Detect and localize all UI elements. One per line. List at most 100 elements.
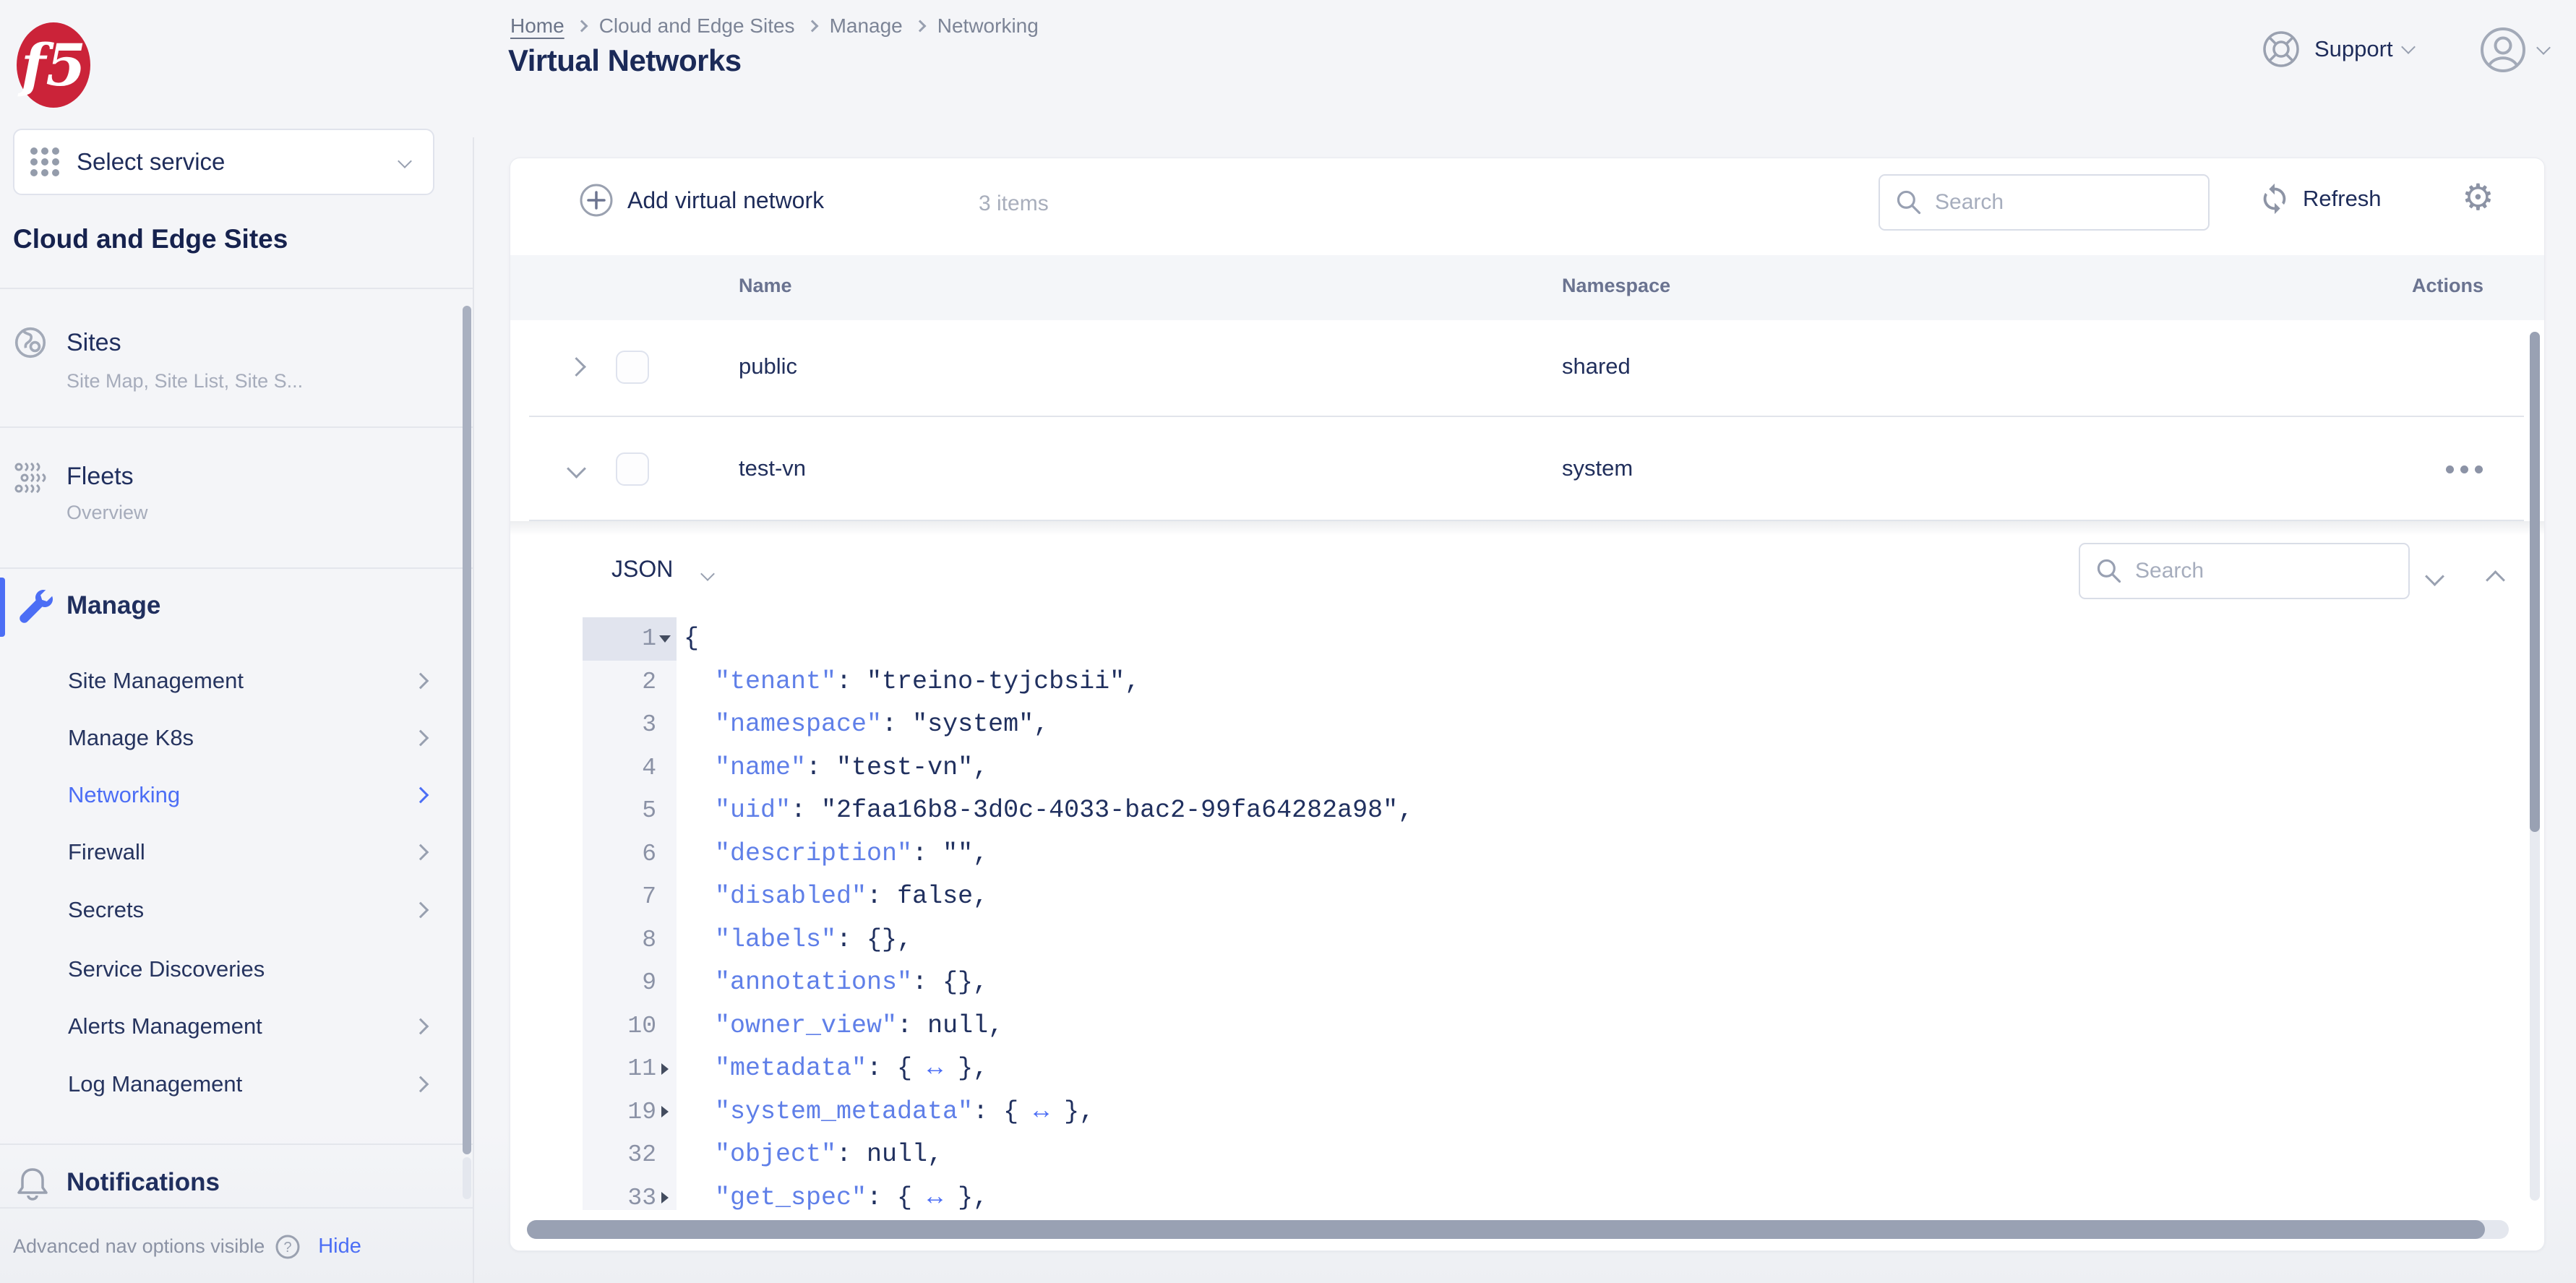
row-actions-button[interactable]	[2446, 465, 2483, 473]
sidebar-item-secrets[interactable]: Secrets	[68, 894, 429, 926]
row-checkbox[interactable]	[616, 452, 649, 486]
json-code-text: "namespace": "system",	[684, 703, 1049, 747]
search-next-button[interactable]	[2418, 560, 2450, 592]
vertical-scrollbar-thumb[interactable]	[2530, 332, 2540, 832]
chevron-down-icon[interactable]	[567, 459, 586, 479]
sidebar-item-log-management[interactable]: Log Management	[68, 1068, 429, 1100]
fold-triangle	[659, 635, 671, 643]
line-number: 7	[642, 883, 656, 911]
json-token: : {},	[836, 924, 913, 954]
search-icon	[2097, 559, 2121, 583]
add-virtual-network-button[interactable]: Add virtual network	[578, 182, 824, 218]
line-number: 19	[627, 1098, 656, 1125]
fold-triangle	[661, 1063, 669, 1075]
sidebar-item-label: Firewall	[68, 839, 145, 864]
fold-toggle-icon[interactable]	[656, 1063, 674, 1075]
cell-name: test-vn	[739, 455, 807, 481]
breadcrumb-item-home[interactable]: Home	[510, 14, 564, 38]
sidebar-item-title: Fleets	[66, 463, 134, 490]
divider	[0, 567, 473, 569]
json-line: 2 "tenant": "treino-tyjcbsii",	[510, 661, 2544, 704]
json-code-text: "disabled": false,	[684, 875, 988, 919]
collapsed-object-icon[interactable]: ↔	[927, 1054, 943, 1083]
sidebar-item-firewall[interactable]: Firewall	[68, 836, 429, 868]
json-token: :	[897, 1010, 928, 1040]
breadcrumb-separator-icon	[575, 20, 588, 33]
column-header-name[interactable]: Name	[739, 275, 792, 297]
fold-toggle-icon[interactable]	[656, 1106, 674, 1118]
gear-icon[interactable]: ⚙	[2462, 176, 2494, 219]
account-menu[interactable]	[2479, 26, 2551, 74]
sidebar-item-service-discoveries[interactable]: Service Discoveries	[68, 953, 426, 985]
add-virtual-network-label: Add virtual network	[627, 186, 825, 213]
sidebar-scrollbar-thumb[interactable]	[463, 306, 471, 1154]
select-service-button[interactable]: Select service	[13, 129, 434, 195]
horizontal-scrollbar-thumb[interactable]	[527, 1220, 2485, 1239]
sidebar-item-site-management[interactable]: Site Management	[68, 665, 429, 697]
f5-logo-text: f5	[17, 31, 86, 99]
json-token: "get_spec"	[715, 1183, 867, 1211]
chevron-down-icon	[2536, 40, 2551, 55]
json-code-text: "name": "test-vn",	[684, 747, 988, 790]
line-number: 2	[642, 668, 656, 695]
json-token: null	[927, 1010, 989, 1040]
json-token: "test-vn"	[836, 752, 974, 782]
fold-toggle-icon[interactable]	[656, 1192, 674, 1204]
json-token: "object"	[715, 1140, 837, 1169]
collapsed-object-icon[interactable]: ↔	[1034, 1097, 1049, 1126]
avatar-icon	[2481, 27, 2525, 72]
sidebar-item-subtitle: Overview	[66, 502, 148, 523]
chevron-right-icon[interactable]	[567, 357, 586, 377]
sidebar-item-alerts-management[interactable]: Alerts Management	[68, 1010, 429, 1042]
json-line-gutter: 19	[583, 1091, 677, 1134]
search-icon	[1897, 190, 1921, 215]
table-row-test-vn[interactable]: test-vn system	[510, 417, 2544, 521]
sidebar-item-label: Alerts Management	[68, 1013, 262, 1039]
items-count: 3 items	[979, 192, 1049, 215]
row-checkbox[interactable]	[616, 351, 649, 384]
support-label: Support	[2314, 36, 2393, 61]
json-token: "description"	[715, 838, 913, 868]
dot-icon	[2446, 465, 2454, 473]
fold-toggle-icon[interactable]	[656, 635, 674, 643]
line-number: 32	[627, 1141, 656, 1169]
divider	[0, 288, 473, 289]
sidebar-item-label: Service Discoveries	[68, 956, 265, 982]
json-token: :	[836, 1140, 867, 1169]
line-number: 9	[642, 969, 656, 997]
json-code-text: "metadata": { ↔ },	[684, 1047, 988, 1091]
json-token: :	[836, 666, 867, 696]
hide-nav-button[interactable]: Hide	[318, 1235, 361, 1258]
sidebar-scrollbar-track[interactable]	[463, 1157, 471, 1199]
divider	[0, 426, 473, 428]
json-line: 6 "description": "",	[510, 833, 2544, 876]
search-prev-button[interactable]	[2479, 560, 2511, 592]
json-token: ,	[1125, 666, 1141, 696]
table-row-public[interactable]: public shared	[510, 319, 2544, 416]
json-search-input[interactable]	[2134, 558, 2375, 584]
json-token: ,	[1034, 710, 1049, 739]
sidebar-item-label: Site Management	[68, 668, 244, 693]
collapsed-object-icon[interactable]: ↔	[927, 1183, 943, 1211]
breadcrumb-item-cloud-and-edge-sites[interactable]: Cloud and Edge Sites	[599, 14, 795, 38]
breadcrumb-item-manage[interactable]: Manage	[830, 14, 903, 38]
divider	[0, 1143, 473, 1145]
life-ring-icon	[2263, 31, 2299, 67]
json-line-gutter: 5	[583, 789, 677, 833]
json-token: ,	[988, 1010, 1004, 1040]
json-line: 11 "metadata": { ↔ },	[510, 1047, 2544, 1091]
json-code-text: "tenant": "treino-tyjcbsii",	[684, 661, 1140, 704]
column-header-namespace[interactable]: Namespace	[1562, 275, 1670, 297]
table-search-input[interactable]	[1933, 189, 2175, 215]
breadcrumb: Home Cloud and Edge Sites Manage Networking	[510, 14, 1039, 38]
sidebar-item-manage-k8s[interactable]: Manage K8s	[68, 722, 429, 754]
json-code-text: "owner_view": null,	[684, 1005, 1003, 1048]
refresh-button[interactable]: Refresh	[2258, 182, 2382, 215]
support-menu[interactable]: Support	[2261, 29, 2416, 69]
sidebar-item-networking[interactable]: Networking	[68, 779, 429, 811]
question-icon[interactable]: ?	[275, 1234, 301, 1260]
json-line: 7 "disabled": false,	[510, 875, 2544, 919]
sidebar-item-label: Secrets	[68, 897, 145, 922]
json-line-gutter: 8	[583, 919, 677, 962]
json-mode-select[interactable]: JSON	[611, 556, 673, 583]
